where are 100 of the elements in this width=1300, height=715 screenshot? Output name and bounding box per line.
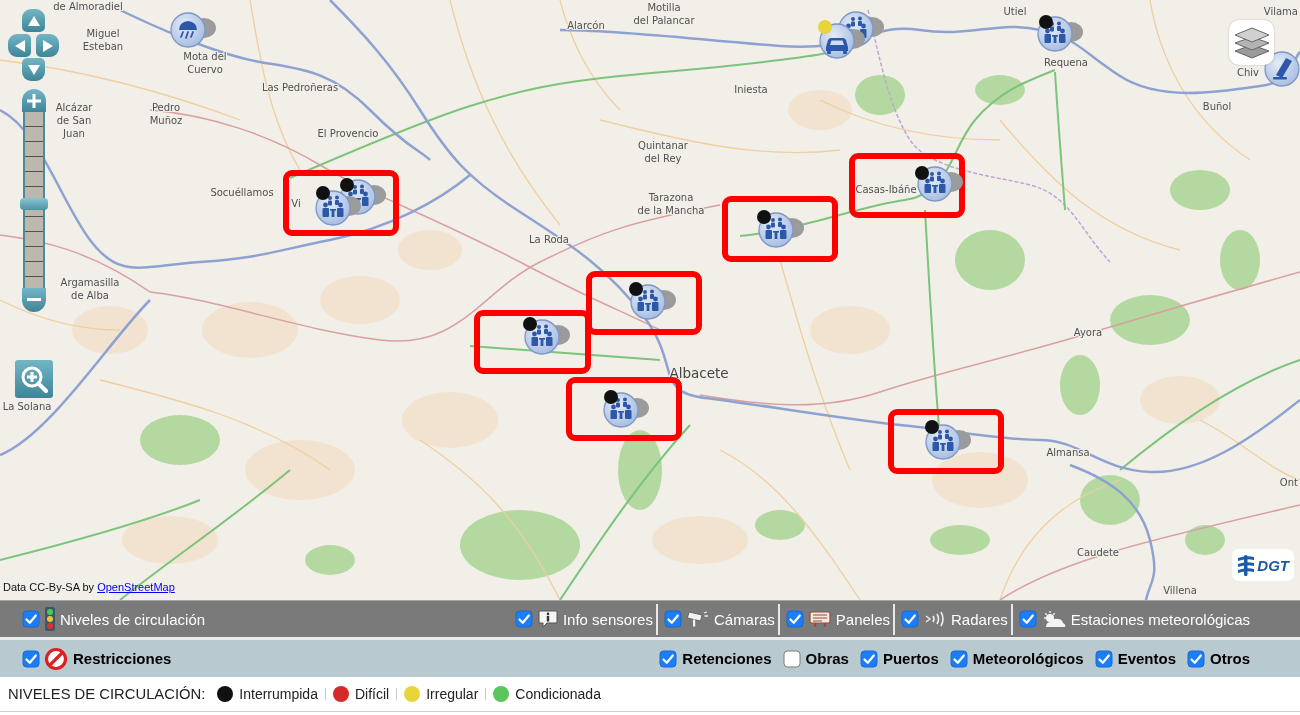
place-label: Utiel — [1003, 5, 1027, 18]
logo-text: DGT — [1257, 556, 1289, 574]
place-label: Pedro Muñoz — [149, 101, 183, 127]
checkbox-label: Obras — [805, 650, 849, 667]
forest-patch — [955, 230, 1025, 290]
forest-patch — [1220, 230, 1260, 290]
forest-patch — [930, 525, 990, 555]
forest-patch — [1170, 170, 1230, 210]
minus-icon — [27, 298, 41, 302]
farmland-patch — [398, 230, 462, 270]
arrow-right-icon — [42, 39, 53, 52]
arrow-down-icon — [27, 64, 40, 75]
checkbox-label: Otros — [1210, 650, 1250, 667]
legend-label: Irregular — [426, 686, 479, 702]
sun-cloud-icon — [1041, 610, 1066, 628]
forest-patch — [855, 75, 905, 115]
forest-patch — [1080, 475, 1140, 525]
checkbox-label: Estaciones meteorológicas — [1070, 610, 1250, 628]
place-label: Casas-Ibáñe — [855, 183, 917, 196]
forest-patch — [975, 75, 1025, 105]
zoom-in-button[interactable] — [22, 89, 46, 112]
forest-patch — [305, 545, 355, 575]
checkbox[interactable] — [785, 610, 804, 628]
zoom-magnifier-icon — [20, 365, 48, 393]
sign-board-icon — [808, 610, 831, 628]
place-label: de Almoradiel — [53, 0, 123, 13]
checkbox-label: Puertos — [882, 650, 939, 667]
place-label: La Solana — [2, 400, 52, 413]
place-label: Villena — [1163, 584, 1197, 597]
place-label: Alarcón — [567, 19, 605, 32]
checkbox[interactable] — [22, 649, 40, 668]
plus-icon — [27, 93, 41, 108]
checkbox[interactable] — [514, 610, 533, 628]
checkbox-label: Restricciones — [73, 650, 172, 667]
place-label: Motilla del Palancar — [633, 1, 695, 27]
place-label: Las Pedroñeras — [261, 81, 339, 94]
checkbox[interactable] — [1094, 649, 1113, 668]
layers-button[interactable] — [1229, 20, 1274, 65]
pan-left-button[interactable] — [8, 34, 31, 57]
place-label: Vi — [291, 197, 301, 210]
checkbox[interactable] — [22, 610, 40, 628]
checkbox-label: Info sensores — [562, 610, 653, 628]
traffic-light-icon — [45, 607, 55, 631]
legend-title: NIVELES DE CIRCULACIÓN: — [8, 686, 206, 702]
arrow-left-icon — [14, 39, 25, 52]
place-label: Alcázar de San Juan — [55, 101, 93, 140]
checkbox[interactable] — [1187, 649, 1205, 668]
checkbox[interactable] — [901, 610, 920, 628]
attribution-text: Data CC-By-SA by OpenStreetMap — [3, 581, 175, 593]
place-label: Albacete — [669, 365, 729, 382]
place-label: Argamasilla de Alba — [60, 276, 120, 302]
radar-waves-icon — [924, 611, 947, 627]
place-label: Ayora — [1073, 326, 1103, 339]
checkbox[interactable] — [663, 610, 682, 628]
checkbox[interactable] — [949, 649, 968, 668]
place-label: Buñol — [1202, 100, 1232, 113]
openstreetmap-link[interactable]: OpenStreetMap — [97, 581, 175, 593]
checkbox[interactable] — [1018, 610, 1037, 628]
checkbox-label: Eventos — [1117, 650, 1176, 667]
layers-icon — [1233, 25, 1270, 60]
legend-label: Interrumpida — [239, 686, 318, 702]
place-label: Quintanar del Rey — [638, 139, 688, 165]
checkbox-label: Radares — [951, 610, 1008, 628]
place-label: Iniesta — [734, 83, 768, 96]
zoom-slider-thumb[interactable] — [20, 197, 48, 210]
place-label: Socuéllamos — [210, 186, 274, 199]
pan-right-button[interactable] — [36, 34, 59, 57]
prohibition-icon — [44, 646, 68, 671]
checkbox-label: Paneles — [835, 610, 891, 628]
pan-up-button[interactable] — [22, 9, 45, 32]
checkbox[interactable] — [659, 649, 678, 668]
pan-down-button[interactable] — [22, 58, 45, 81]
forest-patch — [755, 510, 805, 540]
place-label: Tarazona de la Mancha — [637, 191, 705, 217]
forest-patch — [1060, 355, 1100, 415]
checkbox-label: Retenciones — [682, 650, 772, 667]
stripes-logo-icon — [1237, 554, 1256, 576]
place-label: Ont — [1279, 476, 1298, 489]
checkbox[interactable] — [859, 649, 878, 668]
forest-patch — [1185, 525, 1225, 555]
arrow-up-icon — [27, 15, 40, 26]
checkbox-label: Niveles de circulación — [60, 610, 206, 628]
place-label: El Provencio — [317, 127, 379, 140]
checkbox-label: Cámaras — [713, 610, 775, 628]
legend-label: Condicionada — [515, 686, 601, 702]
farmland-patch — [788, 90, 852, 130]
legend-label: Difícil — [354, 686, 390, 702]
place-label: Miguel Esteban — [82, 27, 124, 53]
place-label: Vilama — [1263, 5, 1298, 18]
place-label: Almansa — [1046, 446, 1090, 459]
zoom-box-button[interactable] — [15, 360, 53, 398]
place-label: Requena — [1044, 56, 1088, 69]
place-label: Chiv — [1237, 66, 1259, 79]
place-label: Mota del Cuervo — [183, 50, 227, 76]
checkbox-label: Meteorológicos — [972, 650, 1084, 667]
zoom-out-button[interactable] — [22, 288, 46, 312]
info-bubble-icon — [537, 610, 558, 628]
checkbox[interactable] — [782, 649, 801, 668]
place-label: Caudete — [1077, 546, 1119, 559]
cctv-camera-icon — [686, 610, 709, 628]
